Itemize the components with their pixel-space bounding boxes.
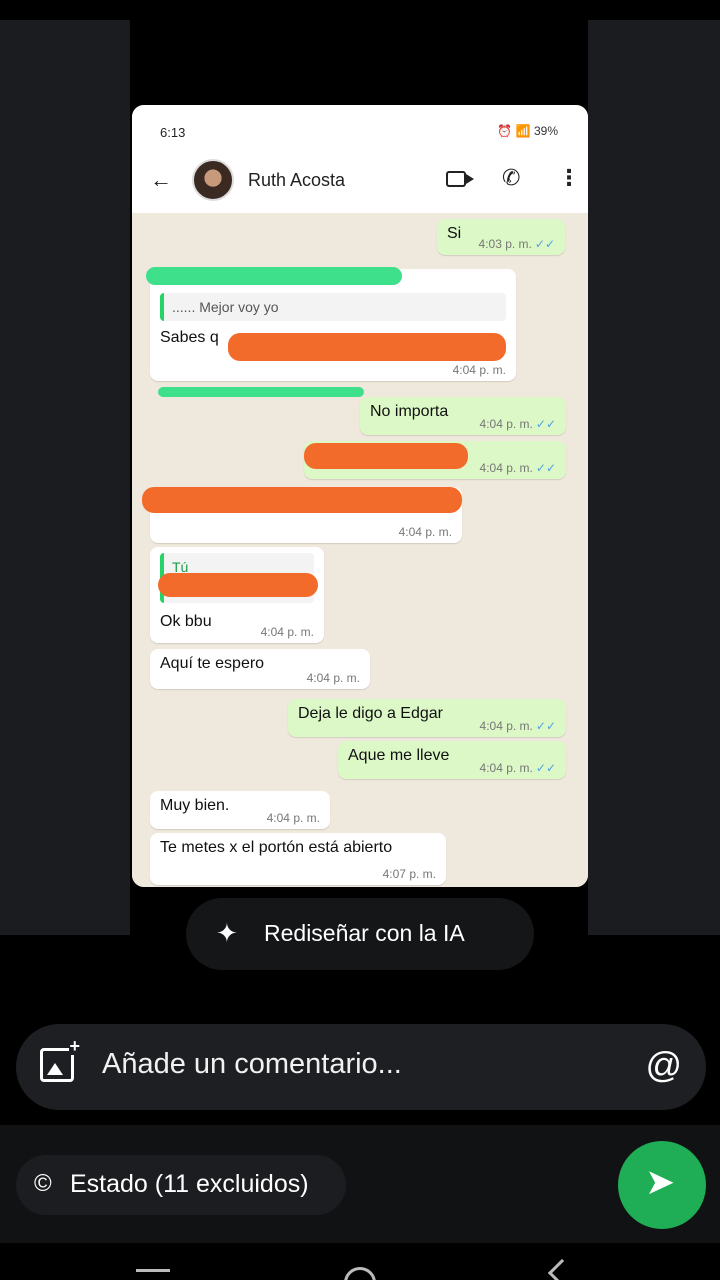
message-text: Muy bien.	[160, 797, 230, 814]
redaction-mark	[142, 487, 462, 513]
comment-bar: @	[16, 1024, 706, 1110]
avatar	[192, 159, 234, 201]
bottom-bar: © Estado (11 excluidos) ➤	[0, 1125, 720, 1243]
sparkle-icon: ✦	[216, 918, 238, 948]
home-icon[interactable]	[344, 1267, 376, 1280]
right-background-panel	[588, 20, 720, 935]
message-time: 4:07 p. m.	[382, 867, 436, 881]
message-bubble: Aquí te espero 4:04 p. m.	[150, 649, 370, 689]
left-background-panel	[0, 20, 130, 935]
redesign-with-ai-button[interactable]: ✦ Rediseñar con la IA	[186, 898, 534, 970]
back-arrow-icon: ←	[150, 167, 172, 192]
message-time: 4:04 p. m.	[266, 811, 320, 825]
system-navigation-bar	[0, 1243, 720, 1280]
message-bubble: No importa 4:04 p. m. ✓✓	[360, 397, 566, 435]
battery-level: 39%	[533, 124, 558, 138]
redaction-mark	[228, 333, 506, 361]
message-text: Aquí te espero	[160, 655, 265, 672]
message-bubble: Deja le digo a Edgar 4:04 p. m. ✓✓	[288, 699, 566, 737]
more-options-icon: ⋮	[558, 165, 580, 190]
message-bubble: Aque me lleve 4:04 p. m. ✓✓	[338, 741, 566, 779]
status-icon: ©	[34, 1170, 52, 1197]
quoted-message: ...... Mejor voy yo	[160, 293, 506, 321]
read-ticks-icon: ✓✓	[535, 417, 556, 431]
recent-apps-icon[interactable]	[136, 1269, 170, 1272]
message-bubble: Muy bien. 4:04 p. m.	[150, 791, 330, 829]
message-text: No importa	[370, 403, 449, 420]
read-ticks-icon: ✓✓	[534, 237, 555, 251]
message-text: Te metes x el portón está abierto	[160, 839, 393, 856]
message-time: 4:03 p. m. ✓✓	[478, 237, 555, 251]
message-text: Aque me lleve	[348, 747, 450, 764]
message-time: 4:04 p. m. ✓✓	[479, 461, 556, 475]
status-audience-label: Estado (11 excluidos)	[70, 1170, 309, 1198]
contact-name: Ruth Acosta	[248, 170, 346, 190]
mention-icon[interactable]: @	[645, 1044, 682, 1086]
status-bar-time: 6:13	[160, 125, 186, 140]
phone-icon: ✆	[502, 165, 521, 190]
send-button[interactable]: ➤	[618, 1141, 706, 1229]
redaction-mark	[158, 573, 318, 597]
message-bubble: ...... Mejor voy yo Sabes q 4:04 p. m.	[150, 269, 516, 381]
message-time: 4:04 p. m.	[306, 671, 360, 685]
message-time: 4:04 p. m. ✓✓	[479, 719, 556, 733]
status-audience-button[interactable]: © Estado (11 excluidos)	[16, 1155, 346, 1215]
chat-header: 6:13 ⏰ 📶 39% ← Ruth Acosta ✆ ⋮	[132, 105, 588, 213]
comment-input[interactable]	[102, 1048, 622, 1081]
redesign-with-ai-label: Rediseñar con la IA	[264, 920, 465, 946]
read-ticks-icon: ✓✓	[535, 461, 556, 475]
redaction-mark	[304, 443, 468, 469]
redaction-mark	[158, 387, 364, 397]
message-text: Si	[447, 225, 462, 242]
send-arrow-icon: ➤	[645, 1161, 676, 1202]
message-text: Deja le digo a Edgar	[298, 705, 443, 722]
chat-screenshot-preview: 6:13 ⏰ 📶 39% ← Ruth Acosta ✆ ⋮ Si 4:03 p…	[132, 105, 588, 887]
add-image-icon[interactable]	[40, 1037, 80, 1082]
message-time: 4:04 p. m. ✓✓	[479, 417, 556, 431]
message-bubble: Si 4:03 p. m. ✓✓	[437, 219, 565, 255]
video-call-icon	[446, 171, 474, 187]
status-bar-icons: ⏰ 📶 39%	[497, 124, 558, 138]
message-time: 4:04 p. m.	[260, 625, 314, 639]
message-bubble: Te metes x el portón está abierto 4:07 p…	[150, 833, 446, 885]
chat-messages: Si 4:03 p. m. ✓✓ ...... Mejor voy yo Sabe…	[132, 213, 588, 887]
redaction-mark	[146, 267, 402, 285]
read-ticks-icon: ✓✓	[535, 761, 556, 775]
message-time: 4:04 p. m.	[398, 525, 452, 539]
back-icon[interactable]	[547, 1258, 577, 1280]
read-ticks-icon: ✓✓	[535, 719, 556, 733]
message-time: 4:04 p. m. ✓✓	[479, 761, 556, 775]
message-time: 4:04 p. m.	[452, 363, 506, 377]
